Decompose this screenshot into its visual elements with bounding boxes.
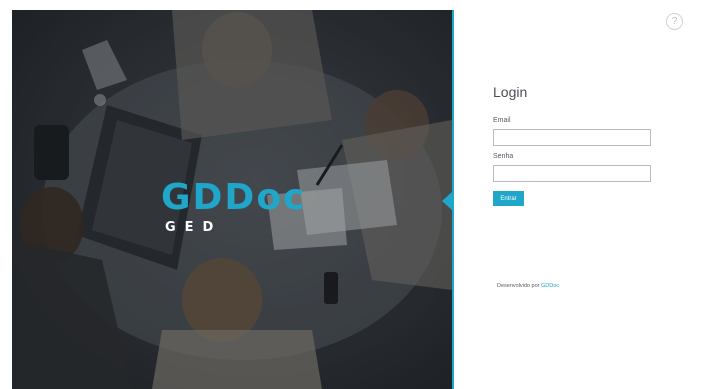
footer-link[interactable]: GDDoc: [541, 283, 559, 289]
accent-arrow-icon: [442, 191, 453, 211]
email-field[interactable]: [493, 129, 651, 146]
email-label: Email: [493, 117, 511, 124]
footer-credits: Desenvolvido por GDDoc: [497, 283, 559, 289]
brand-subtitle: GED: [165, 220, 223, 235]
help-circle-icon[interactable]: ?: [666, 13, 683, 30]
login-button[interactable]: Entrar: [493, 191, 524, 206]
login-title: Login: [493, 84, 528, 100]
background-photo: GDDoc GED: [12, 10, 452, 389]
password-field[interactable]: [493, 165, 651, 182]
footer-prefix: Desenvolvido por: [497, 283, 540, 289]
password-label: Senha: [493, 153, 514, 160]
brand-logo: GDDoc GED: [161, 177, 321, 236]
brand-name: GDDoc: [161, 177, 307, 218]
